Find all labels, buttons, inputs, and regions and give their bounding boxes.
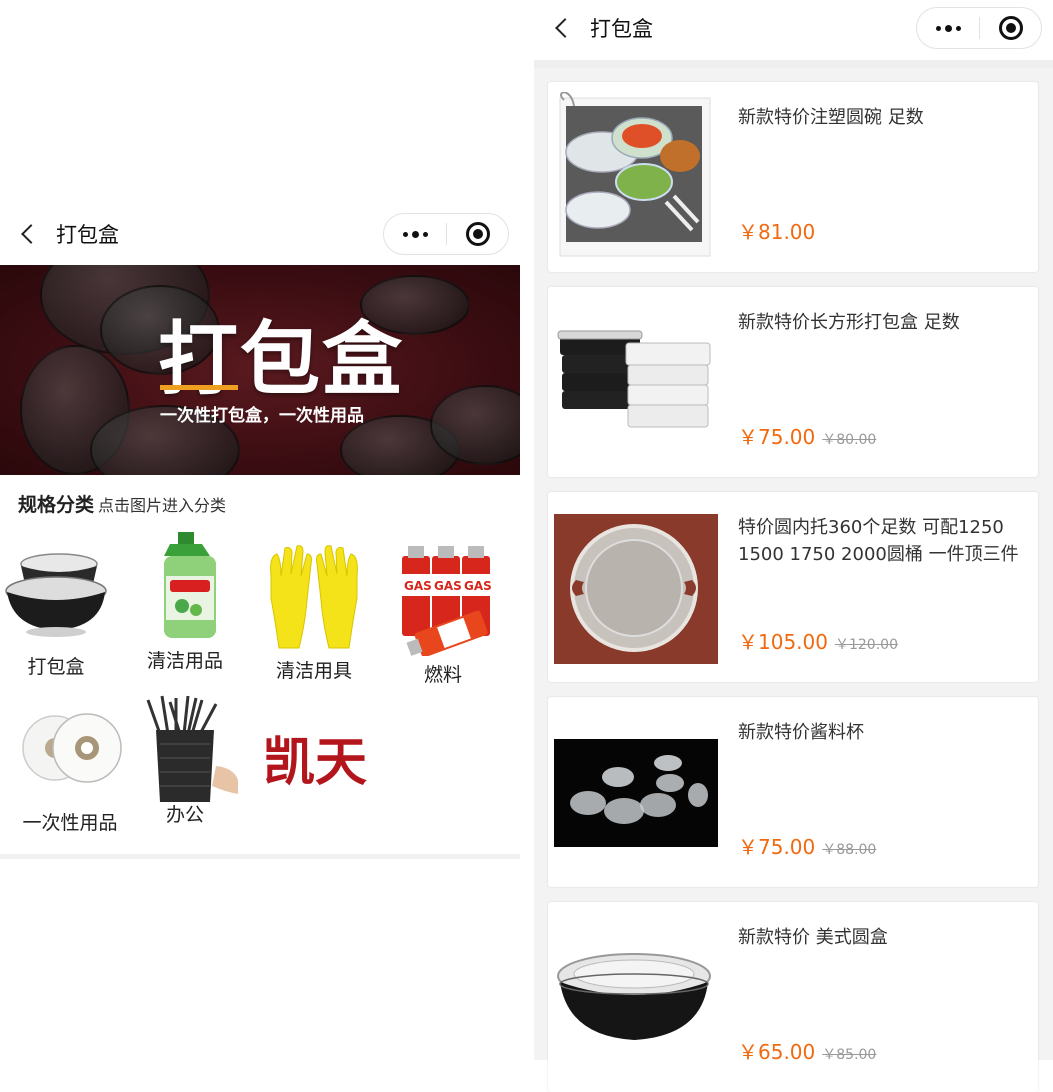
product-original-price: ￥85.00 xyxy=(822,1047,877,1063)
product-price: ￥81.00 xyxy=(738,220,816,244)
header-divider xyxy=(534,60,1053,68)
product-name: 特价圆内托360个足数 可配1250 1500 1750 2000圆桶 一件顶三… xyxy=(738,517,1019,565)
category-header: 规格分类 点击图片进入分类 xyxy=(18,490,226,517)
product-image xyxy=(554,707,718,877)
category-label: 清洁用品 xyxy=(146,650,223,672)
close-program-icon[interactable] xyxy=(980,16,1041,40)
left-navbar: 打包盒 xyxy=(14,210,119,258)
more-options-icon[interactable] xyxy=(917,8,979,48)
page-title: 打包盒 xyxy=(590,17,653,41)
back-arrow-icon[interactable] xyxy=(548,13,578,43)
gas-canister-icon: GAS GAS GAS xyxy=(388,544,498,658)
mini-program-capsule xyxy=(916,7,1042,49)
product-card[interactable]: 新款特价 美式圆盒 ￥65.00 ￥85.00 xyxy=(548,902,1038,1092)
kaitian-logo: 凯天 xyxy=(259,728,369,798)
kaitian-logo-text: 凯天 xyxy=(263,733,367,793)
banner-accent-line xyxy=(160,385,238,390)
product-card[interactable]: 新款特价长方形打包盒 足数 ￥75.00 ￥80.00 xyxy=(548,287,1038,477)
section-divider xyxy=(0,854,520,859)
product-price: ￥65.00 xyxy=(738,1040,816,1064)
banner-title: 打包盒 xyxy=(158,313,404,406)
product-name: 新款特价注塑圆碗 足数 xyxy=(738,107,924,128)
product-original-price: ￥88.00 xyxy=(822,842,877,858)
banner[interactable]: 打包盒 一次性打包盒，一次性用品 xyxy=(0,265,520,475)
category-item-fuel[interactable]: GAS GAS GAS 燃料 xyxy=(383,544,503,687)
pen-holder-icon xyxy=(130,694,240,804)
category-label: 一次性用品 xyxy=(22,812,118,834)
category-item-disposables[interactable]: 一次性用品 xyxy=(10,702,130,835)
left-screen: 打包盒 打包盒 一次性打包盒，一次性用品 规格分类 点击图片进入分类 打包盒 清… xyxy=(0,0,520,1060)
close-program-icon[interactable] xyxy=(447,222,508,246)
product-name: 新款特价长方形打包盒 足数 xyxy=(738,312,960,333)
category-item-brand[interactable]: 凯天 xyxy=(254,728,374,804)
product-price: ￥75.00 xyxy=(738,835,816,859)
more-options-icon[interactable] xyxy=(384,214,446,254)
product-image xyxy=(554,502,718,672)
banner-subtitle: 一次性打包盒，一次性用品 xyxy=(160,406,364,426)
product-original-price: ￥80.00 xyxy=(822,432,877,448)
category-item-office[interactable]: 办公 xyxy=(125,694,245,827)
paper-roll-icon xyxy=(15,702,125,812)
right-screen: 打包盒 新款特价注塑圆碗 足数 ￥81.00 新款特价长方形打包盒 足数 ￥75… xyxy=(534,0,1053,1092)
black-bowl-icon xyxy=(1,536,111,646)
product-name: 新款特价酱料杯 xyxy=(738,722,864,743)
right-navbar: 打包盒 xyxy=(548,4,653,52)
category-item-packing-box[interactable]: 打包盒 xyxy=(0,536,116,679)
product-image xyxy=(554,92,718,262)
product-card[interactable]: 新款特价酱料杯 ￥75.00 ￥88.00 xyxy=(548,697,1038,887)
product-image xyxy=(554,297,718,467)
gas-label: GAS xyxy=(404,579,432,593)
product-card[interactable]: 新款特价注塑圆碗 足数 ￥81.00 xyxy=(548,82,1038,272)
back-arrow-icon[interactable] xyxy=(14,219,44,249)
category-hint: 点击图片进入分类 xyxy=(98,496,227,515)
category-label: 打包盒 xyxy=(27,656,85,678)
product-original-price: ￥120.00 xyxy=(834,637,898,653)
mini-program-capsule xyxy=(383,213,509,255)
category-label: 清洁用具 xyxy=(275,660,352,682)
gas-label: GAS xyxy=(434,579,462,593)
page-title: 打包盒 xyxy=(56,223,119,247)
product-price: ￥105.00 xyxy=(738,630,828,654)
category-title: 规格分类 xyxy=(18,494,95,516)
product-price: ￥75.00 xyxy=(738,425,816,449)
product-name: 新款特价 美式圆盒 xyxy=(738,927,888,948)
detergent-bottle-icon xyxy=(130,530,240,640)
category-item-cleaning-supplies[interactable]: 清洁用品 xyxy=(125,530,245,673)
rubber-gloves-icon xyxy=(259,540,369,650)
category-item-cleaning-tools[interactable]: 清洁用具 xyxy=(254,540,374,683)
product-card[interactable]: 特价圆内托360个足数 可配1250 1500 1750 2000圆桶 一件顶三… xyxy=(548,492,1038,682)
product-image xyxy=(554,912,718,1082)
gas-label: GAS xyxy=(464,579,492,593)
category-label: 燃料 xyxy=(423,664,462,686)
